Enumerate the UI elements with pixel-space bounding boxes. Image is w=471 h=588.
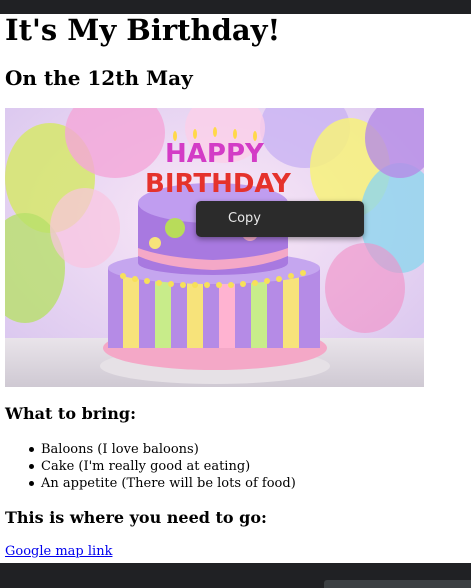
page-subtitle: On the 12th May	[5, 66, 193, 90]
browser-bottom-bar	[0, 563, 471, 588]
context-menu[interactable]: Copy	[196, 201, 364, 237]
location-heading: This is where you need to go:	[5, 508, 267, 527]
cake-text-birthday: BIRTHDAY	[145, 169, 292, 199]
birthday-cake-image[interactable]: HAPPY BIRTHDAY	[5, 108, 424, 387]
context-menu-copy[interactable]: Copy	[228, 211, 261, 226]
google-map-link[interactable]: Google map link	[5, 544, 112, 559]
cake-illustration: HAPPY BIRTHDAY	[5, 108, 424, 387]
bring-heading: What to bring:	[5, 404, 136, 423]
list-item: An appetite (There will be lots of food)	[29, 475, 296, 492]
page-title: It's My Birthday!	[5, 13, 281, 47]
list-item: Cake (I'm really good at eating)	[29, 458, 296, 475]
devtools-panel-edge	[324, 580, 471, 588]
cake-text-happy: HAPPY	[165, 139, 265, 169]
browser-top-bar	[0, 0, 471, 14]
list-item: Baloons (I love baloons)	[29, 441, 296, 458]
bring-list: Baloons (I love baloons) Cake (I'm reall…	[29, 441, 296, 492]
